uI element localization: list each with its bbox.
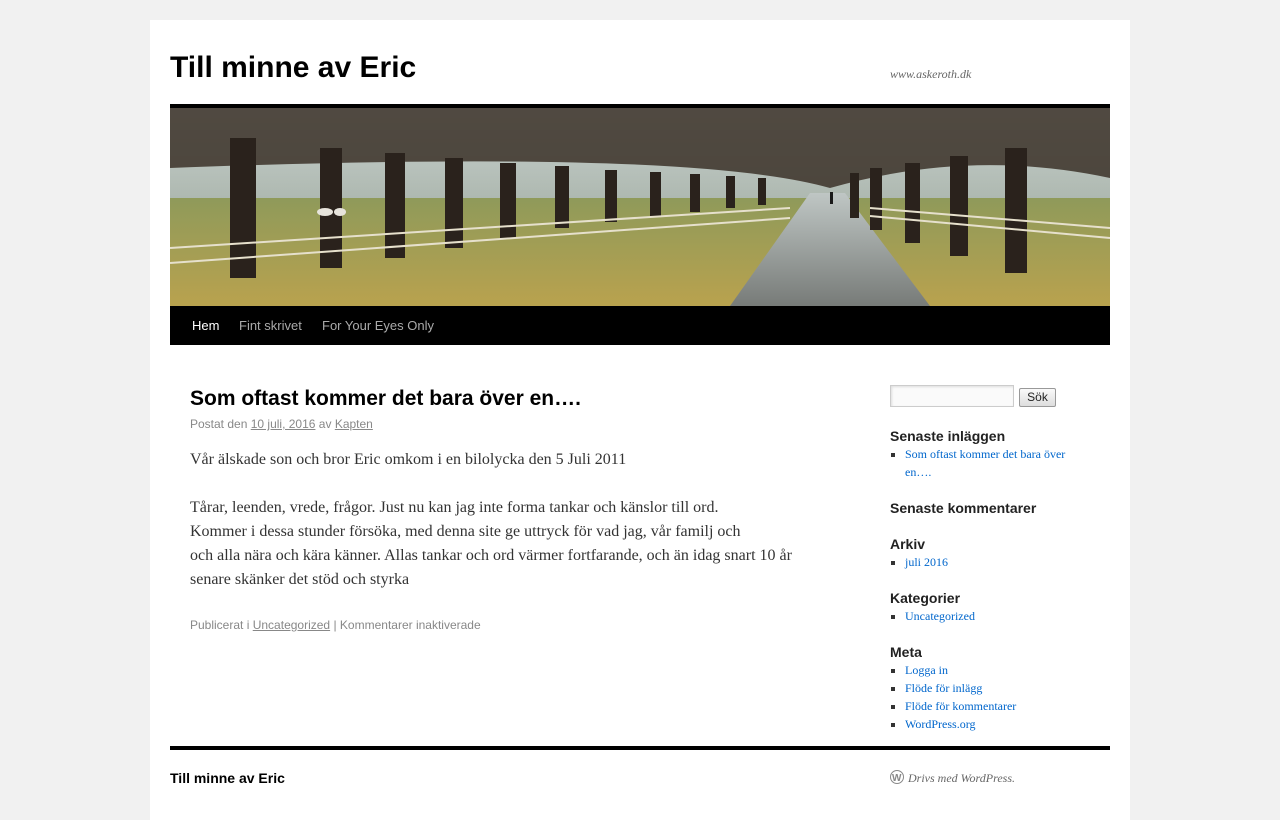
site-description: www.askeroth.dk [890, 67, 972, 81]
post-utility: Publicerat i Uncategorized | Kommentarer… [190, 617, 481, 633]
wordpress-icon [890, 770, 904, 788]
nav-item-hem[interactable]: Hem [192, 306, 219, 345]
post-line: och alla nära och kära känner. Allas tan… [190, 547, 792, 564]
search-input[interactable] [890, 385, 1014, 407]
archive-list: juli 2016 [890, 553, 1085, 571]
post-meta: Postat den 10 juli, 2016 av Kapten [190, 416, 373, 432]
nav-item-fint-skrivet[interactable]: Fint skrivet [239, 306, 302, 345]
page-wrapper: Till minne av Eric www.askeroth.dk Hem F… [150, 20, 1130, 820]
meta-link-entries-feed[interactable]: Flöde för inlägg [905, 681, 982, 695]
list-item: Flöde för kommentarer [905, 697, 1085, 715]
list-item: juli 2016 [905, 553, 1085, 571]
post-meta-by: av [318, 417, 332, 431]
category-link[interactable]: Uncategorized [905, 609, 975, 623]
meta-separator: | [333, 618, 337, 632]
list-item: Som oftast kommer det bara över en…. [905, 445, 1085, 481]
list-item: Flöde för inlägg [905, 679, 1085, 697]
post-title[interactable]: Som oftast kommer det bara över en…. [190, 386, 581, 412]
main-navigation: Hem Fint skrivet For Your Eyes Only [170, 306, 1110, 345]
post-line: Kommer i dessa stunder försöka, med denn… [190, 523, 741, 540]
list-item: Logga in [905, 661, 1085, 679]
powered-by-link[interactable]: Drivs med WordPress. [908, 771, 1015, 785]
meta-link-login[interactable]: Logga in [905, 663, 948, 677]
archive-link[interactable]: juli 2016 [905, 555, 948, 569]
search-button[interactable]: Sök [1019, 388, 1056, 407]
nav-item-for-your-eyes-only[interactable]: For Your Eyes Only [322, 306, 434, 345]
post-meta-prefix: Postat den [190, 417, 248, 431]
widget-title-recent-comments: Senaste kommentarer [890, 500, 1037, 516]
site-title[interactable]: Till minne av Eric [170, 50, 416, 86]
comments-status: Kommentarer inaktiverade [339, 618, 481, 632]
meta-link-wordpress-org[interactable]: WordPress.org [905, 717, 975, 731]
meta-link-comments-feed[interactable]: Flöde för kommentarer [905, 699, 1016, 713]
post-line: senare skänker det stöd och styrka [190, 571, 410, 588]
post-paragraph: Tårar, leenden, vrede, frågor. Just nu k… [190, 496, 810, 592]
categories-list: Uncategorized [890, 607, 1085, 625]
footer-site-title[interactable]: Till minne av Eric [170, 769, 285, 787]
list-item: WordPress.org [905, 715, 1085, 733]
post-line: Tårar, leenden, vrede, frågor. Just nu k… [190, 499, 719, 516]
widget-title-archive: Arkiv [890, 536, 926, 552]
recent-post-link[interactable]: Som oftast kommer det bara över en…. [905, 447, 1065, 479]
post-paragraph: Vår älskade son och bror Eric omkom i en… [190, 451, 627, 468]
list-item: Uncategorized [905, 607, 1085, 625]
footer-divider [170, 746, 1110, 750]
post-category-link[interactable]: Uncategorized [253, 618, 330, 632]
widget-title-categories: Kategorier [890, 590, 961, 606]
header-image [170, 108, 1110, 306]
meta-list: Logga in Flöde för inlägg Flöde för komm… [890, 661, 1085, 733]
post-category-prefix: Publicerat i [190, 618, 250, 632]
post-date-link[interactable]: 10 juli, 2016 [251, 417, 316, 431]
widget-title-recent-posts: Senaste inläggen [890, 428, 1006, 444]
post-author-link[interactable]: Kapten [335, 417, 373, 431]
post-content: Vår älskade son och bror Eric omkom i en… [190, 448, 810, 592]
recent-posts-list: Som oftast kommer det bara över en…. [890, 445, 1085, 481]
powered-by: Drivs med WordPress. [890, 769, 1015, 788]
widget-title-meta: Meta [890, 644, 922, 660]
